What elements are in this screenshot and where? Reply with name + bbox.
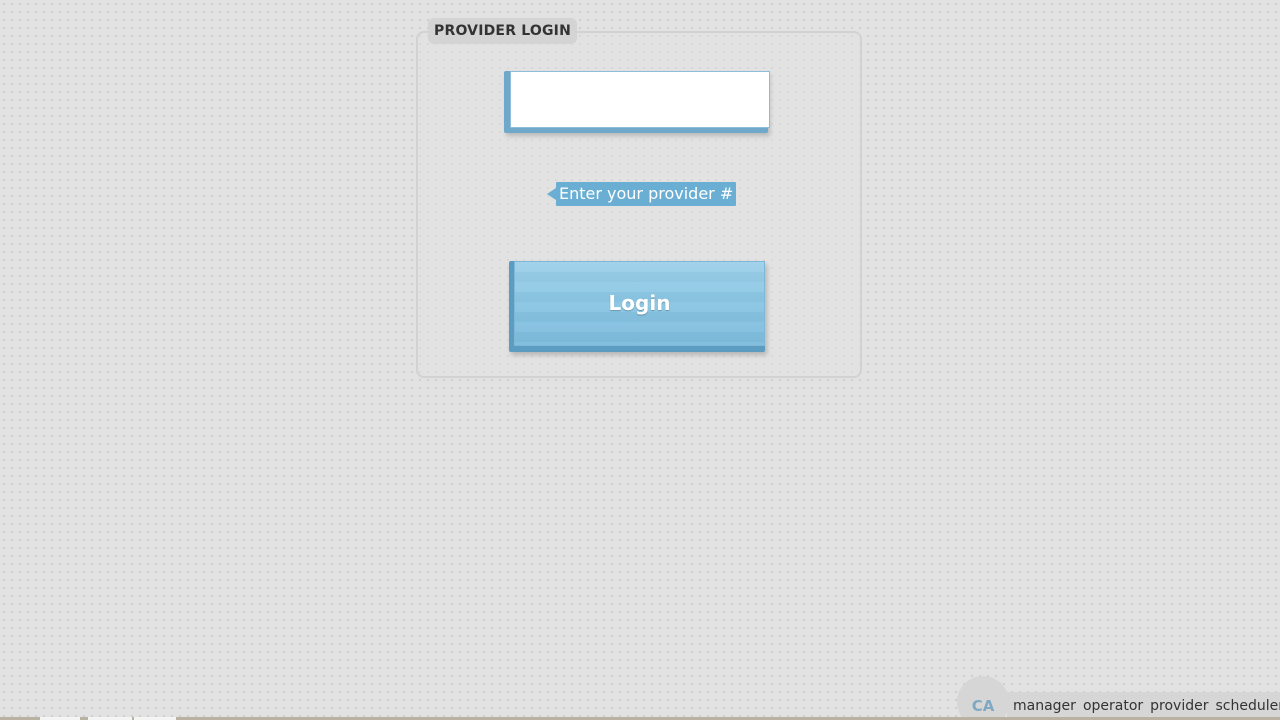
hint-arrow-icon — [547, 188, 556, 200]
provider-hint-tooltip: Enter your provider # — [556, 182, 737, 206]
panel-title: PROVIDER LOGIN — [428, 18, 577, 44]
nav-link-manager[interactable]: manager — [1013, 698, 1076, 714]
nav-link-operator[interactable]: operator — [1083, 698, 1143, 714]
nav-link-provider[interactable]: provider — [1150, 698, 1208, 714]
login-button[interactable]: Login — [509, 261, 765, 352]
nav-link-scheduler[interactable]: scheduler — [1216, 698, 1280, 714]
login-button-label: Login — [514, 261, 765, 346]
ca-badge: CA — [957, 676, 1009, 720]
provider-number-input[interactable] — [510, 71, 770, 128]
provider-input-wrapper — [504, 71, 770, 133]
footer-nav: manager operator provider scheduler — [1007, 692, 1280, 720]
